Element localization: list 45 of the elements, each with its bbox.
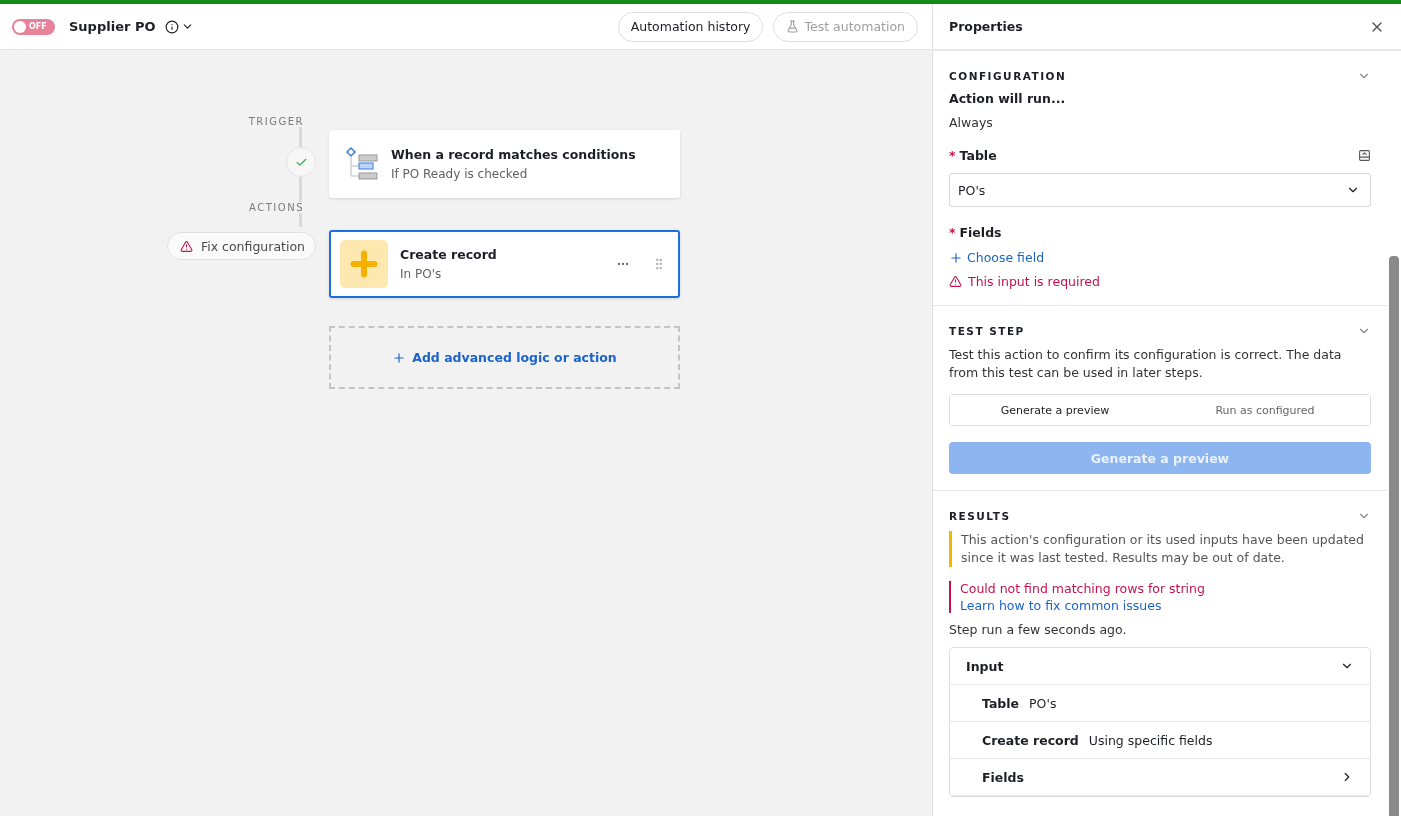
accordion-title[interactable]: Input [966, 658, 1004, 674]
section-label: ACTIONS [249, 202, 304, 213]
card-subtitle: If PO Ready is checked [391, 167, 529, 181]
input-key[interactable]: Fields [982, 769, 1024, 785]
automation-name: Supplier PO [69, 19, 156, 34]
table-select[interactable]: PO's [949, 173, 1371, 207]
input-key: Create record [982, 732, 1079, 748]
expand-icon[interactable] [1358, 149, 1371, 162]
select-value: PO's [958, 182, 986, 198]
info-icon[interactable] [165, 19, 180, 34]
add-action-button[interactable]: Add advanced logic or action [329, 326, 680, 389]
input-value: PO's [1029, 695, 1057, 711]
plus-icon [392, 350, 407, 365]
card-subtitle: In PO's [400, 267, 443, 281]
help-link[interactable]: Learn how to fix common issues [960, 598, 1371, 613]
field-label: Action will run... [949, 91, 1067, 106]
panel-title: Properties [949, 19, 1023, 34]
scrollbar-thumb[interactable] [1389, 256, 1399, 816]
action-card[interactable]: Create record In PO's [329, 230, 680, 298]
card-title: When a record matches conditions [391, 147, 637, 162]
section-label: TRIGGER [248, 116, 304, 127]
description-text: Test this action to confirm its configuration is correct. The data from this test can be used in later steps. [949, 346, 1343, 382]
field-label: * Fields [949, 225, 1003, 240]
section-heading: RESULTS [949, 510, 1011, 522]
flask-icon [786, 20, 800, 33]
error-message: This input is required [968, 274, 1100, 289]
fix-configuration-button[interactable]: Fix configuration [166, 232, 316, 260]
input-key: Table [982, 695, 1020, 711]
section-heading: CONFIGURATION [949, 70, 1067, 82]
error-message: Could not find matching rows for string [960, 581, 1206, 596]
warning-icon [949, 275, 962, 288]
input-value: Using specific fields [1088, 732, 1213, 748]
field-label: * Table [949, 148, 997, 163]
section-heading: TEST STEP [949, 325, 1025, 337]
step-run-text: Step run a few seconds ago. [949, 621, 1128, 639]
plus-icon [340, 240, 388, 288]
condition-tree-icon [345, 146, 379, 182]
outdated-notice: This action's configuration or its used inputs have been updated since it was last tested. Results may be out of date. [949, 531, 1371, 567]
history-button[interactable]: Automation history [617, 11, 764, 42]
field-value: Always [949, 114, 994, 132]
card-title: Create record [400, 247, 498, 262]
plus-icon [949, 250, 963, 265]
trigger-card[interactable]: When a record matches conditions If PO Ready is checked [329, 130, 680, 198]
choose-field-button[interactable]: Choose field [949, 250, 1045, 265]
warning-icon [179, 239, 193, 253]
